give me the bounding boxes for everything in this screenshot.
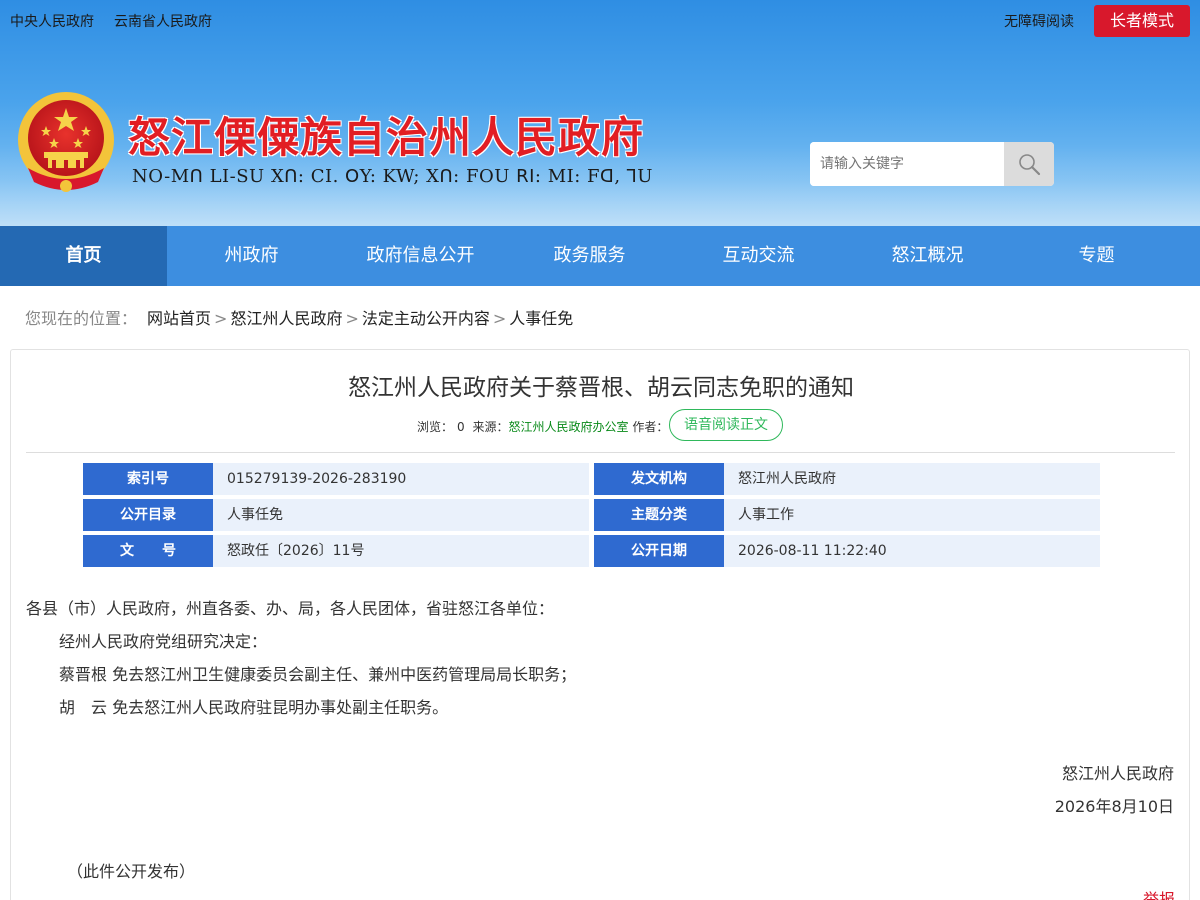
nav-special-topics[interactable]: 专题 (1012, 226, 1181, 286)
views-label: 浏览： (417, 420, 454, 434)
source-value: 怒江州人民政府办公室 (508, 420, 629, 434)
issuer-value: 怒江州人民政府 (724, 463, 1100, 495)
docno-value: 怒政任〔2026〕11号 (213, 535, 589, 567)
breadcrumb-appointments[interactable]: 人事任免 (509, 309, 573, 328)
catalog-label: 公开目录 (83, 499, 218, 531)
info-row: 索引号 015279139-2026-283190 发文机构 怒江州人民政府 (83, 463, 1101, 495)
signature: 怒江州人民政府 (1061, 764, 1174, 783)
views-count: 0 (457, 420, 465, 434)
link-central-government[interactable]: 中央人民政府 (10, 11, 94, 31)
breadcrumb-public-content[interactable]: 法定主动公开内容 (362, 309, 490, 328)
catalog-value: 人事任免 (213, 499, 589, 531)
report-link[interactable]: 举报 (1143, 886, 1175, 900)
breadcrumb-label: 您现在的位置： (25, 309, 138, 328)
date-label: 公开日期 (594, 535, 729, 567)
search-box (810, 142, 1054, 186)
date-value: 2026-08-11 11:22:40 (724, 535, 1100, 567)
breadcrumb-home[interactable]: 网站首页 (147, 309, 211, 328)
issuer-label: 发文机构 (594, 463, 729, 495)
article-container: 怒江州人民政府关于蔡晋根、胡云同志免职的通知 浏览： 0 来源：怒江州人民政府办公… (10, 349, 1190, 900)
breadcrumb-separator: > (214, 309, 228, 328)
paragraph-decision: 经州人民政府党组研究决定： (59, 632, 268, 651)
breadcrumb-separator: > (345, 309, 359, 328)
nav-interaction[interactable]: 互动交流 (674, 226, 843, 286)
source-label: 来源： (472, 420, 509, 434)
breadcrumb-separator: > (492, 309, 507, 328)
author-label: 作者： (632, 420, 669, 434)
link-yunnan-government[interactable]: 云南省人民政府 (114, 11, 212, 31)
breadcrumb: 您现在的位置： 网站首页 > 怒江州人民政府 > 法定主动公开内容 > 人事任免 (25, 305, 573, 329)
topic-value: 人事工作 (724, 499, 1100, 531)
accessible-reading-link[interactable]: 无障碍阅读 (1004, 11, 1074, 31)
nav-home[interactable]: 首页 (0, 226, 167, 286)
paragraph-item: 胡 云 免去怒江州人民政府驻昆明办事处副主任职务。 (59, 698, 449, 717)
nav-nujiang-overview[interactable]: 怒江概况 (843, 226, 1012, 286)
elder-mode-button[interactable]: 长者模式 (1094, 5, 1190, 37)
index-value: 015279139-2026-283190 (213, 463, 589, 495)
signature-date: 2026年8月10日 (1054, 797, 1174, 816)
search-icon (1019, 154, 1041, 176)
site-subtitle-lisu: NO-Mꓵ LI-SU Xꓵ: CI. ꓳY: KW; Xꓵ: FOU ꓣꓲ: … (132, 166, 653, 187)
site-header: 中央人民政府 云南省人民政府 无障碍阅读 长者模式 怒江傈僳族自治州人民政府 N… (0, 0, 1200, 226)
paragraph-item: 蔡晋根 免去怒江州卫生健康委员会副主任、兼州中医药管理局局长职务； (59, 665, 577, 684)
article-meta: 浏览： 0 来源：怒江州人民政府办公室 作者： (417, 418, 668, 435)
site-title: 怒江傈僳族自治州人民政府 (128, 113, 645, 162)
index-label: 索引号 (83, 463, 218, 495)
nav-prefecture-government[interactable]: 州政府 (167, 226, 336, 286)
info-row: 文 号 怒政任〔2026〕11号 公开日期 2026-08-11 11:22:4… (83, 535, 1101, 567)
text-to-speech-button[interactable]: 语音阅读正文 (669, 409, 783, 441)
title-divider (26, 452, 1175, 453)
national-emblem-icon (16, 90, 116, 198)
search-input[interactable] (810, 142, 1004, 186)
top-bar: 中央人民政府 云南省人民政府 无障碍阅读 长者模式 (0, 0, 1200, 40)
salutation: 各县（市）人民政府，州直各委、办、局，各人民团体，省驻怒江各单位： (26, 599, 555, 618)
publication-note: （此件公开发布） (67, 862, 196, 881)
docno-label: 文 号 (83, 535, 218, 567)
topic-label: 主题分类 (594, 499, 729, 531)
nav-info-disclosure[interactable]: 政府信息公开 (336, 226, 505, 286)
article-title: 怒江州人民政府关于蔡晋根、胡云同志免职的通知 (348, 375, 854, 401)
search-button[interactable] (1004, 142, 1054, 186)
main-nav: 首页 州政府 政府信息公开 政务服务 互动交流 怒江概况 专题 (0, 226, 1200, 286)
breadcrumb-government[interactable]: 怒江州人民政府 (230, 309, 342, 328)
info-row: 公开目录 人事任免 主题分类 人事工作 (83, 499, 1101, 531)
nav-government-services[interactable]: 政务服务 (505, 226, 674, 286)
